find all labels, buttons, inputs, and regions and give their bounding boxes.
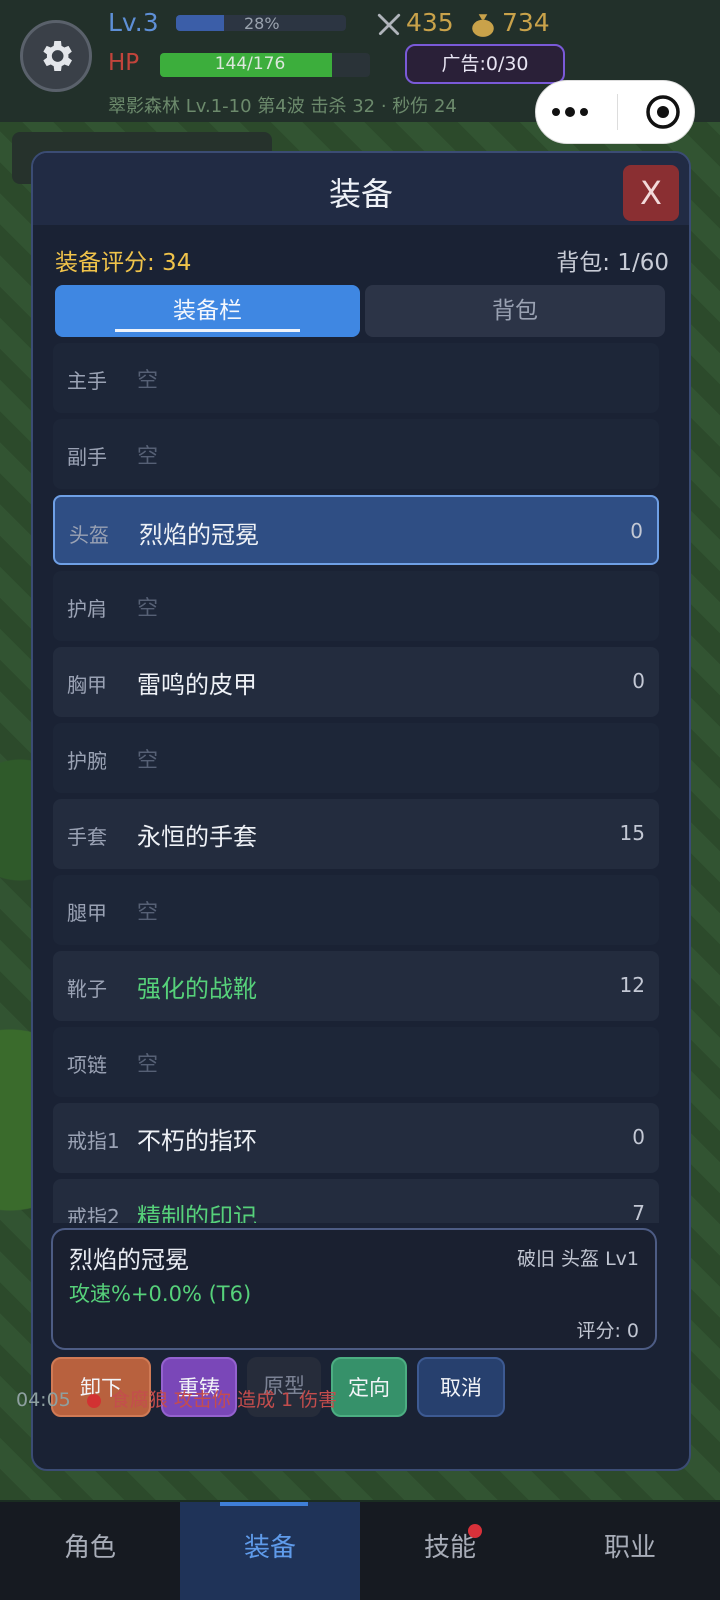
equipment-slot-row[interactable]: 副手 空: [53, 419, 659, 489]
equipment-slot-row[interactable]: 手套 永恒的手套 15: [53, 799, 659, 869]
slot-label: 戒指2: [67, 1205, 120, 1223]
settings-button[interactable]: [20, 20, 92, 92]
slot-item-score: 7: [632, 1201, 645, 1223]
equipment-slot-list[interactable]: 主手空副手空头盔 烈焰的冠冕 0 护肩空胸甲 雷鸣的皮甲 0 护腕空手套 永恒的手套 15 腿甲空…: [53, 343, 659, 1223]
equipment-slot-row[interactable]: 胸甲 雷鸣的皮甲 0: [53, 647, 659, 717]
slot-label: 副手: [67, 445, 107, 469]
equipment-slot-row[interactable]: 项链 空: [53, 1027, 659, 1097]
slot-item-name: 空: [137, 596, 158, 620]
money-bag-icon: [472, 14, 494, 37]
slot-item-name: 空: [137, 1052, 158, 1076]
equipment-slot-row[interactable]: 戒指1 不朽的指环 0: [53, 1103, 659, 1173]
slot-label: 手套: [67, 825, 107, 849]
slot-item-name: 雷鸣的皮甲: [137, 671, 257, 699]
item-detail-panel: 烈焰的冠冕 破旧 头盔 Lv1 攻速%+0.0% (T6) 评分: 0: [51, 1228, 657, 1350]
item-detail-meta: 破旧 头盔 Lv1: [517, 1248, 639, 1270]
alert-dot-icon: [86, 1393, 101, 1408]
slot-label: 头盔: [69, 523, 109, 547]
attack-value: 435: [406, 8, 454, 37]
slot-item-name: 不朽的指环: [137, 1127, 257, 1155]
slot-item-name: 空: [137, 368, 158, 392]
bottom-nav: 角色 装备 技能 职业: [0, 1502, 720, 1600]
slot-label: 项链: [67, 1053, 107, 1077]
equipment-slot-row[interactable]: 腿甲 空: [53, 875, 659, 945]
equipment-slot-row[interactable]: 靴子 强化的战靴 12: [53, 951, 659, 1021]
slot-label: 胸甲: [67, 673, 107, 697]
more-icon[interactable]: [550, 107, 590, 117]
log-time: 04:05: [16, 1389, 71, 1411]
slot-item-name: 强化的战靴: [137, 975, 257, 1003]
item-detail-score: 评分: 0: [576, 1320, 639, 1342]
tab-underline: [115, 329, 300, 332]
miniprogram-capsule[interactable]: [535, 80, 695, 144]
slot-label: 护腕: [67, 749, 107, 773]
close-miniprogram-icon[interactable]: [645, 94, 681, 130]
nav-equipment[interactable]: 装备: [180, 1502, 360, 1600]
gear-icon: [43, 41, 72, 71]
slot-label: 主手: [67, 369, 107, 393]
bag-capacity: 背包: 1/60: [556, 250, 669, 276]
slot-item-name: 空: [137, 748, 158, 772]
crossed-swords-icon: [377, 13, 401, 36]
slot-item-name: 精制的印记: [137, 1203, 257, 1223]
slot-item-score: 0: [630, 519, 643, 543]
slot-label: 靴子: [67, 977, 107, 1001]
hp-label: HP: [108, 50, 140, 76]
nav-class[interactable]: 职业: [540, 1502, 720, 1600]
equipment-slot-row[interactable]: 主手 空: [53, 343, 659, 413]
capsule-divider: [616, 94, 618, 130]
slot-item-name: 空: [137, 444, 158, 468]
slot-item-name: 烈焰的冠冕: [139, 521, 259, 549]
tab-equipment-slots[interactable]: 装备栏: [55, 285, 360, 337]
nav-skills[interactable]: 技能: [360, 1502, 540, 1600]
tab-bag[interactable]: 背包: [365, 285, 665, 337]
slot-item-score: 0: [632, 1125, 645, 1149]
zone-status: 翠影森林 Lv.1-10 第4波 击杀 32 · 秒伤 24: [108, 96, 457, 117]
slot-item-score: 15: [619, 821, 645, 845]
ad-counter-button[interactable]: 广告:0/30: [405, 44, 565, 84]
slot-item-name: 空: [137, 900, 158, 924]
nav-skills-label: 技能: [423, 1533, 476, 1563]
slot-label: 戒指1: [67, 1129, 120, 1153]
combat-log: 04:05 食腐狼 攻击你 造成 1 伤害: [16, 1385, 516, 1415]
level-label: Lv.3: [108, 8, 159, 37]
slot-label: 腿甲: [67, 901, 107, 925]
equipment-score: 装备评分: 34: [55, 250, 192, 276]
modal-title: 装备: [328, 175, 393, 213]
notification-dot: [468, 1524, 482, 1538]
xp-fill: [176, 15, 224, 31]
xp-percent: 28%: [244, 14, 280, 33]
modal-header: 装备 X: [33, 153, 689, 225]
slot-item-name: 永恒的手套: [137, 823, 257, 851]
equipment-slot-row[interactable]: 护腕 空: [53, 723, 659, 793]
item-detail-name: 烈焰的冠冕: [69, 1246, 189, 1274]
equipment-slot-row[interactable]: 戒指2 精制的印记 7: [53, 1179, 659, 1223]
log-line: 04:05 食腐狼 攻击你 造成 1 伤害: [16, 1385, 516, 1415]
slot-item-score: 12: [619, 973, 645, 997]
item-detail-attribute: 攻速%+0.0% (T6): [69, 1282, 252, 1306]
slot-label: 护肩: [67, 597, 107, 621]
gold-value: 734: [502, 8, 550, 37]
slot-item-score: 0: [632, 669, 645, 693]
hp-text: 144/176: [214, 54, 286, 74]
equipment-modal: 装备 X 装备评分: 34 背包: 1/60 装备栏 背包 主手空副手空头盔 烈焰…: [31, 151, 691, 1471]
tab-equipment-label: 装备栏: [173, 298, 242, 324]
equipment-slot-row[interactable]: 护肩 空: [53, 571, 659, 641]
equipment-slot-row[interactable]: 头盔 烈焰的冠冕 0: [53, 495, 659, 565]
log-text: 食腐狼 攻击你 造成 1 伤害: [110, 1389, 338, 1411]
nav-character[interactable]: 角色: [0, 1502, 180, 1600]
close-button[interactable]: X: [623, 165, 679, 221]
